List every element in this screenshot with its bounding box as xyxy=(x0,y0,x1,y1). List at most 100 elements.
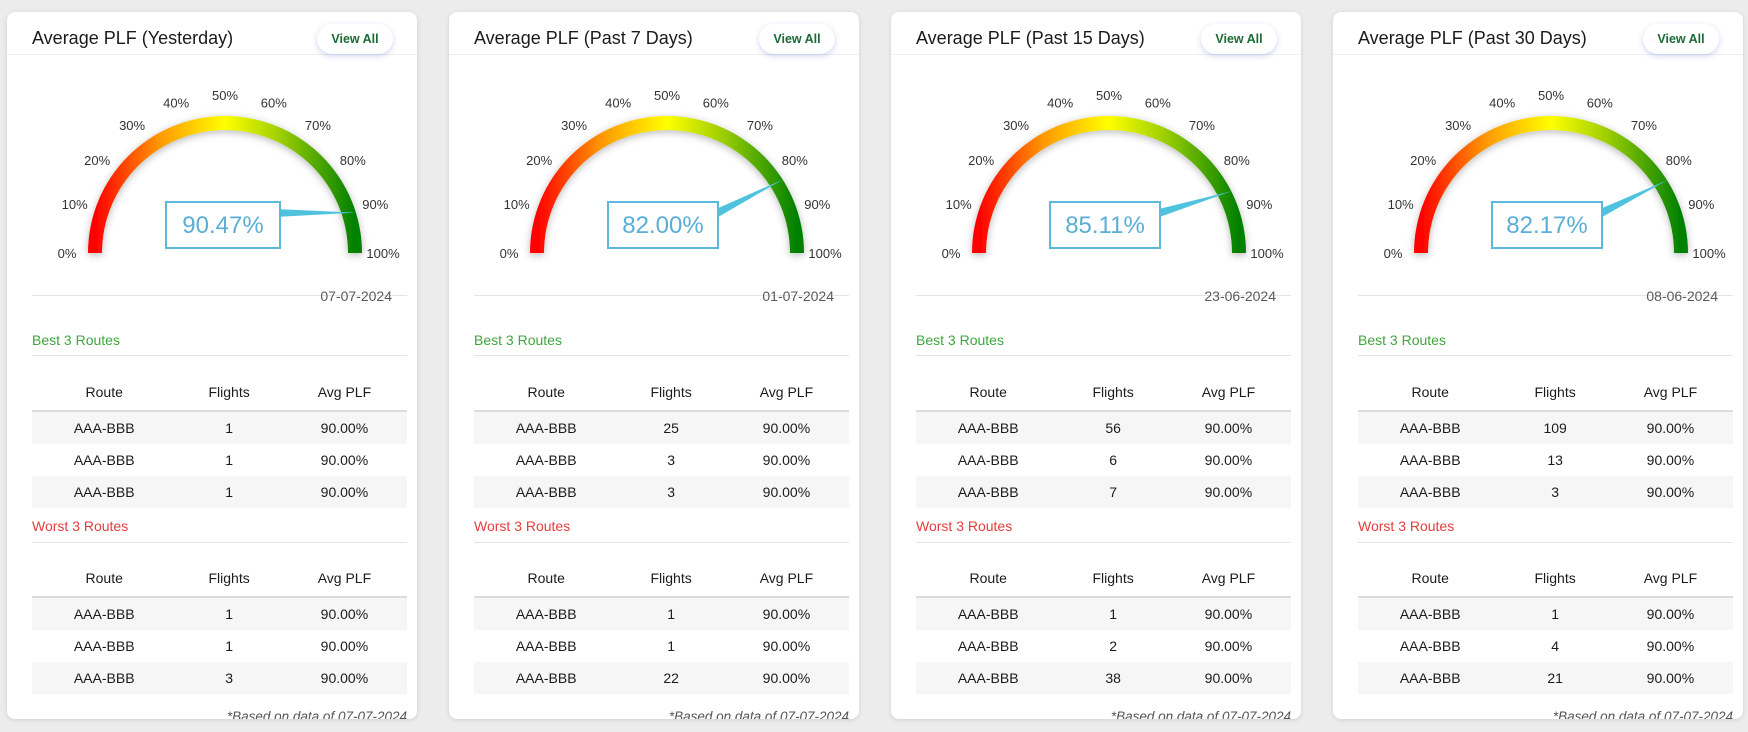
route-header: Route xyxy=(916,374,1061,412)
view-all-button[interactable]: View All xyxy=(759,24,835,54)
table-row: AAA-BBB 6 90.00% xyxy=(916,444,1291,476)
avg-plf-cell: 90.00% xyxy=(1646,452,1695,468)
gauge-tick-label: 60% xyxy=(1587,96,1613,111)
route-cell: AAA-BBB xyxy=(73,452,135,468)
gauge-tick-label: 10% xyxy=(1388,197,1414,212)
avg-plf-header: Avg PLF xyxy=(1607,560,1733,598)
gauge-tick-label: 0% xyxy=(500,246,519,261)
gauge-tick-label: 40% xyxy=(605,96,631,111)
avg-plf-cell: 90.00% xyxy=(320,452,369,468)
table-header-row: Route Flights Avg PLF xyxy=(32,560,407,598)
flights-cell: 13 xyxy=(1547,452,1563,468)
table-row: AAA-BBB 1 90.00% xyxy=(1358,597,1733,630)
flights-cell: 6 xyxy=(1109,452,1118,468)
flights-header: Flights xyxy=(618,374,724,412)
worst-routes-title: Worst 3 Routes xyxy=(474,518,571,534)
section-divider xyxy=(474,355,849,356)
table-row: AAA-BBB 25 90.00% xyxy=(474,411,849,444)
section-divider xyxy=(916,542,1291,543)
route-cell: AAA-BBB xyxy=(1358,476,1503,508)
worst-routes-table: Route Flights Avg PLF AAA-BBB 1 90.00% AAA-… xyxy=(1358,560,1733,694)
flights-cell: 7 xyxy=(1060,476,1166,508)
route-cell: AAA-BBB xyxy=(957,638,1019,654)
gauge-tick-label: 10% xyxy=(504,197,530,212)
flights-cell: 3 xyxy=(176,662,282,694)
route-header: Route xyxy=(916,560,1061,598)
table-header-row: Route Flights Avg PLF xyxy=(916,374,1291,412)
flights-cell: 1 xyxy=(1502,597,1608,630)
gauge-tick-label: 70% xyxy=(1189,118,1215,133)
avg-plf-cell: 90.00% xyxy=(723,411,849,444)
avg-plf-cell: 90.00% xyxy=(1607,476,1733,508)
avg-plf-header: Avg PLF xyxy=(723,374,849,412)
gauge-value-box: 90.47% xyxy=(165,201,281,249)
gauge-tick-label: 20% xyxy=(84,153,110,168)
best-routes-table: Route Flights Avg PLF AAA-BBB 1 90.00% AAA-… xyxy=(32,374,407,508)
section-divider xyxy=(916,355,1291,356)
gauge-tick-label: 40% xyxy=(1489,96,1515,111)
data-footnote: *Based on data of 07-07-2024 xyxy=(1110,709,1291,719)
route-cell: AAA-BBB xyxy=(916,597,1061,630)
route-cell: AAA-BBB xyxy=(474,597,619,630)
gauge-tick-label: 90% xyxy=(362,197,388,212)
gauge-tick-label: 50% xyxy=(654,88,680,103)
gauge-tick-label: 30% xyxy=(561,118,587,133)
route-cell: AAA-BBB xyxy=(32,411,177,444)
gauge-tick-label: 60% xyxy=(1145,96,1171,111)
route-cell: AAA-BBB xyxy=(1399,452,1461,468)
table-row: AAA-BBB 1 90.00% xyxy=(916,597,1291,630)
flights-header: Flights xyxy=(618,560,724,598)
best-routes-table: Route Flights Avg PLF AAA-BBB 56 90.00% AAA… xyxy=(916,374,1291,508)
table-header-row: Route Flights Avg PLF xyxy=(474,560,849,598)
gauge-tick-label: 70% xyxy=(305,118,331,133)
view-all-button[interactable]: View All xyxy=(1643,24,1719,54)
avg-plf-cell: 90.00% xyxy=(1607,662,1733,694)
route-cell: AAA-BBB xyxy=(515,452,577,468)
view-all-button[interactable]: View All xyxy=(317,24,393,54)
avg-plf-header: Avg PLF xyxy=(1165,374,1291,412)
avg-plf-cell: 90.00% xyxy=(1607,411,1733,444)
worst-routes-table: Route Flights Avg PLF AAA-BBB 1 90.00% AAA-… xyxy=(32,560,407,694)
flights-cell: 1 xyxy=(176,476,282,508)
gauge-tick-label: 30% xyxy=(1003,118,1029,133)
table-row: AAA-BBB 1 90.00% xyxy=(32,476,407,508)
route-header: Route xyxy=(474,374,619,412)
worst-routes-title: Worst 3 Routes xyxy=(1358,518,1455,534)
card-header: Average PLF (Past 30 Days) View All xyxy=(1333,12,1743,55)
avg-plf-cell: 90.00% xyxy=(762,638,811,654)
table-header-row: Route Flights Avg PLF xyxy=(474,374,849,412)
card-title: Average PLF (Past 7 Days) xyxy=(474,28,693,48)
gauge-tick-label: 20% xyxy=(526,153,552,168)
best-routes-table: Route Flights Avg PLF AAA-BBB 25 90.00% AAA… xyxy=(474,374,849,508)
card-header: Average PLF (Yesterday) View All xyxy=(7,12,417,55)
section-divider xyxy=(1358,355,1733,356)
gauge-tick-label: 20% xyxy=(968,153,994,168)
plf-card: Average PLF (Yesterday) View All 0% 10% 20… xyxy=(7,12,417,719)
gauge-tick-label: 50% xyxy=(1538,88,1564,103)
avg-plf-cell: 90.00% xyxy=(281,662,407,694)
table-row: AAA-BBB 1 90.00% xyxy=(32,444,407,476)
flights-cell: 3 xyxy=(618,476,724,508)
flights-cell: 1 xyxy=(176,411,282,444)
flights-cell: 56 xyxy=(1060,411,1166,444)
gauge-date: 08-06-2024 xyxy=(1646,288,1718,304)
flights-cell: 21 xyxy=(1502,662,1608,694)
route-header: Route xyxy=(474,560,619,598)
avg-plf-header: Avg PLF xyxy=(281,560,407,598)
gauge-svg: 0% 10% 20% 30% 40% 50% 60% 70% 80% 90% 100% xyxy=(1384,88,1726,261)
gauge-tick-label: 40% xyxy=(1047,96,1073,111)
route-header: Route xyxy=(32,560,177,598)
route-cell: AAA-BBB xyxy=(515,638,577,654)
table-row: AAA-BBB 1 90.00% xyxy=(474,630,849,662)
avg-plf-cell: 90.00% xyxy=(320,638,369,654)
gauge-tick-label: 50% xyxy=(212,88,238,103)
gauge-tick-label: 40% xyxy=(163,96,189,111)
plf-card: Average PLF (Past 15 Days) View All 0% 10… xyxy=(891,12,1301,719)
table-row: AAA-BBB 1 90.00% xyxy=(474,597,849,630)
route-cell: AAA-BBB xyxy=(916,411,1061,444)
view-all-button[interactable]: View All xyxy=(1201,24,1277,54)
worst-routes-title: Worst 3 Routes xyxy=(32,518,129,534)
route-cell: AAA-BBB xyxy=(1358,597,1503,630)
route-cell: AAA-BBB xyxy=(916,476,1061,508)
gauge-tick-label: 90% xyxy=(1246,197,1272,212)
